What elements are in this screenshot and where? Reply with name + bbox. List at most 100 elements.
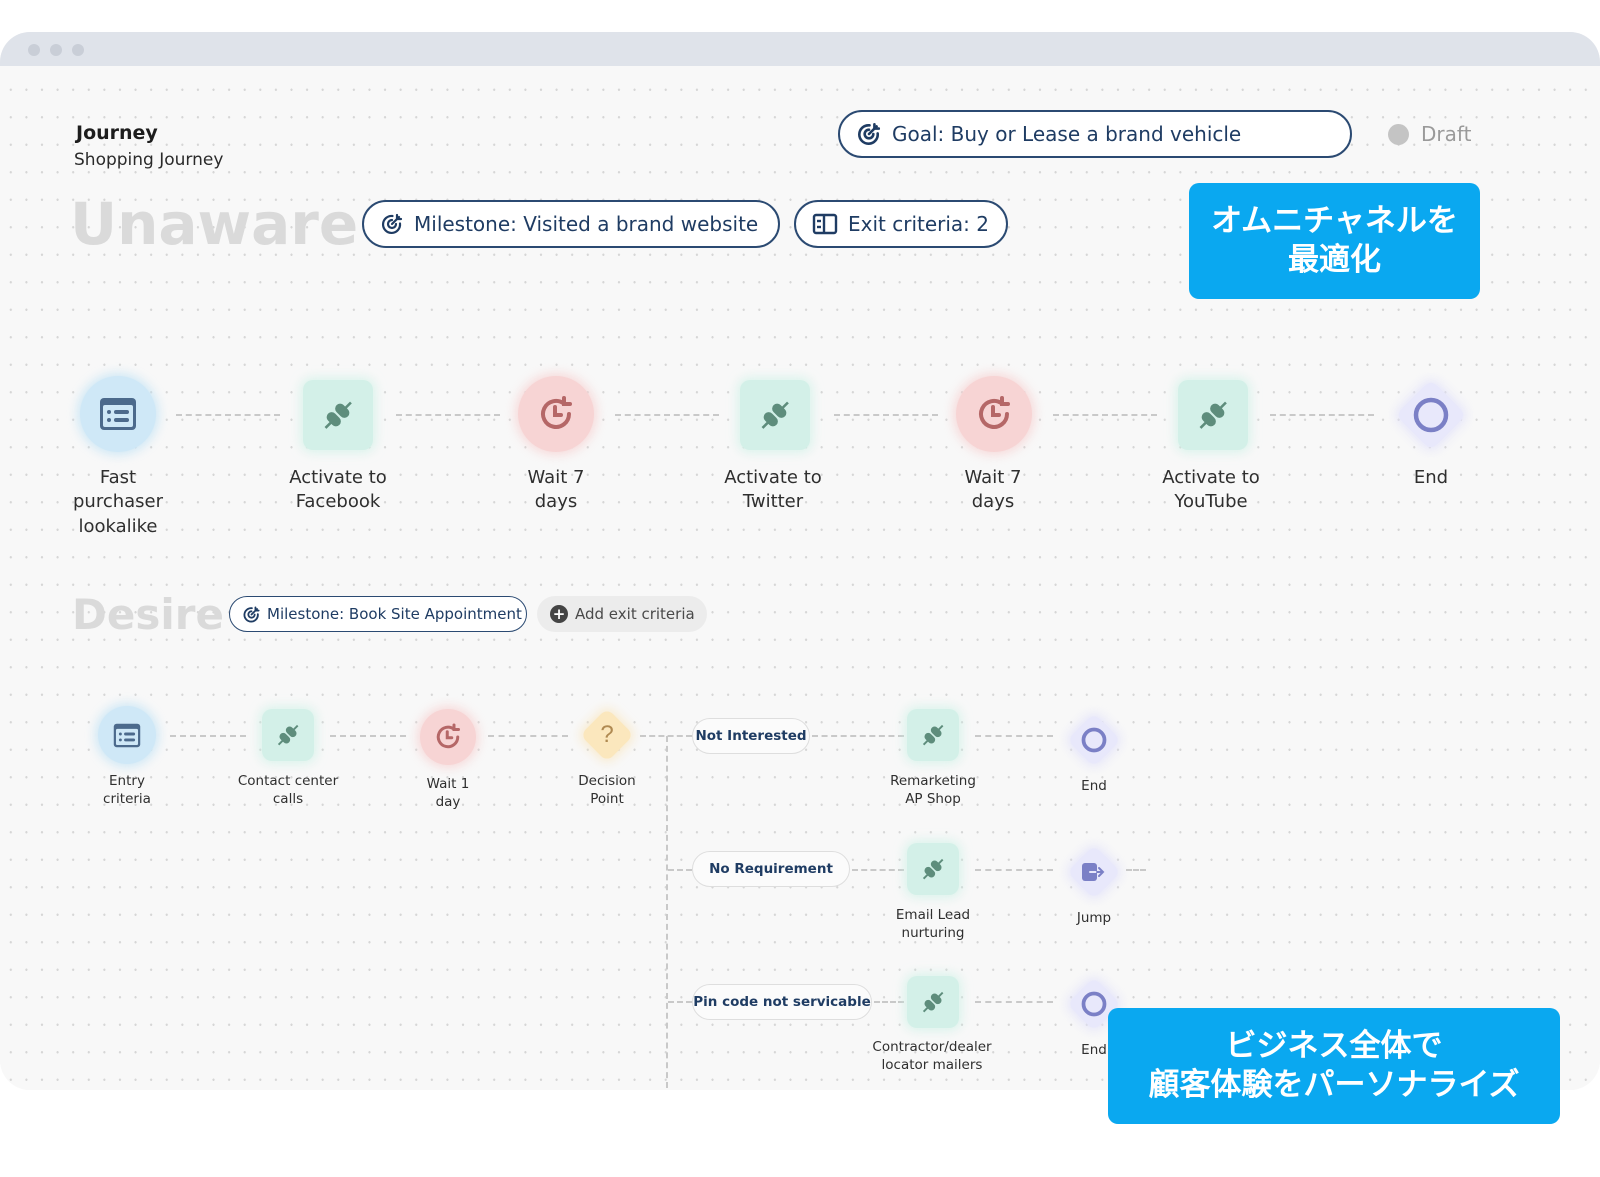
connector xyxy=(615,414,719,416)
milestone-text: Milestone: Visited a brand website xyxy=(414,212,759,236)
circle-icon xyxy=(1081,991,1107,1017)
plus-icon: + xyxy=(550,605,568,623)
status-dot-icon xyxy=(1388,123,1409,145)
plug-icon xyxy=(324,401,352,429)
connector xyxy=(176,414,280,416)
connector xyxy=(1053,414,1157,416)
connector xyxy=(812,735,904,737)
journey-label: Journey xyxy=(76,122,158,144)
connector xyxy=(975,735,1053,737)
clock-icon xyxy=(541,396,572,429)
window-titlebar xyxy=(0,32,1600,66)
node-activate-youtube[interactable] xyxy=(1178,380,1248,450)
node-end[interactable] xyxy=(1067,713,1121,767)
connector xyxy=(668,1001,692,1003)
connector xyxy=(975,869,1053,871)
circle-icon xyxy=(1081,727,1107,753)
node-label: Contractor/dealer locator mailers xyxy=(872,1039,992,1074)
connector xyxy=(330,735,406,737)
node-label: Wait 1 day xyxy=(426,776,470,811)
node-label: Email Lead nurturing xyxy=(895,907,971,942)
add-exit-criteria-label: Add exit criteria xyxy=(575,605,695,623)
connector xyxy=(396,414,500,416)
goal-text: Goal: Buy or Lease a brand vehicle xyxy=(892,122,1242,146)
journey-name: Shopping Journey xyxy=(74,150,224,170)
connector xyxy=(834,414,938,416)
node-label: Entry criteria xyxy=(103,773,151,808)
connector xyxy=(852,869,904,871)
branch-condition-pin-code[interactable]: Pin code not servicable xyxy=(692,984,872,1020)
node-email-lead-nurturing[interactable] xyxy=(907,843,959,895)
node-label: Fast purchaser lookalike xyxy=(72,467,164,537)
target-icon xyxy=(243,605,260,622)
node-contact-center-calls[interactable] xyxy=(262,709,314,761)
jump-icon xyxy=(1082,863,1105,881)
node-label: Activate to YouTube xyxy=(1162,467,1260,513)
node-label: Jump xyxy=(1076,910,1112,926)
plug-icon xyxy=(922,724,944,746)
plug-icon xyxy=(922,991,944,1013)
node-wait-7-days[interactable] xyxy=(518,376,594,452)
connector xyxy=(975,1001,1053,1003)
node-label: Contact center calls xyxy=(237,773,339,808)
status-badge: Draft xyxy=(1388,122,1471,146)
milestone-text: Milestone: Book Site Appointment xyxy=(267,605,522,623)
node-remarketing-ap-shop[interactable] xyxy=(907,709,959,761)
node-end[interactable] xyxy=(1395,379,1467,451)
branch-condition-not-interested[interactable]: Not Interested xyxy=(692,718,810,754)
node-entry-criteria[interactable] xyxy=(98,706,156,764)
milestone-pill-desire[interactable]: Milestone: Book Site Appointment xyxy=(229,596,527,632)
connector xyxy=(1126,869,1146,871)
plug-icon xyxy=(1199,401,1227,429)
add-exit-criteria-button[interactable]: + Add exit criteria xyxy=(537,596,707,632)
node-wait-7-days[interactable] xyxy=(956,376,1032,452)
node-label: Remarketing AP Shop xyxy=(890,773,976,808)
connector xyxy=(668,869,692,871)
node-audience-fast-purchaser[interactable] xyxy=(80,376,156,452)
node-label: Wait 7 days xyxy=(964,467,1022,513)
branch-condition-no-requirement[interactable]: No Requirement xyxy=(692,851,850,887)
node-decision-point[interactable]: ? xyxy=(580,708,634,762)
node-label: Wait 7 days xyxy=(527,467,585,513)
connector xyxy=(488,735,568,737)
node-activate-twitter[interactable] xyxy=(740,380,810,450)
connector xyxy=(874,1001,904,1003)
stage-title-desire: Desire xyxy=(72,590,224,639)
exit-criteria-icon xyxy=(812,213,838,235)
clock-icon xyxy=(436,723,460,749)
goal-pill[interactable]: Goal: Buy or Lease a brand vehicle xyxy=(838,110,1352,158)
window-maximize-button[interactable] xyxy=(72,44,84,56)
clock-icon xyxy=(979,396,1010,429)
exit-criteria-text: Exit criteria: 2 xyxy=(848,212,990,236)
circle-icon xyxy=(1413,397,1449,433)
node-label: End xyxy=(1081,778,1107,794)
node-label: Activate to Facebook xyxy=(289,467,387,513)
node-label: Decision Point xyxy=(578,773,636,808)
target-icon xyxy=(858,122,881,145)
node-activate-facebook[interactable] xyxy=(303,380,373,450)
question-icon: ? xyxy=(600,721,614,748)
branch-connector xyxy=(666,736,668,1088)
exit-criteria-pill[interactable]: Exit criteria: 2 xyxy=(794,200,1008,248)
node-label: Activate to Twitter xyxy=(724,467,822,513)
node-wait-1-day[interactable] xyxy=(420,709,476,765)
node-label: End xyxy=(1081,1042,1107,1058)
plug-icon xyxy=(277,724,299,746)
callout-personalize: ビジネス全体で 顧客体験をパーソナライズ xyxy=(1108,1008,1560,1124)
plug-icon xyxy=(922,858,944,880)
callout-omnichannel: オムニチャネルを 最適化 xyxy=(1189,183,1480,299)
window-close-button[interactable] xyxy=(28,44,40,56)
list-icon xyxy=(100,398,136,430)
plug-icon xyxy=(761,401,789,429)
status-text: Draft xyxy=(1421,122,1472,146)
stage-title-unaware: Unaware xyxy=(70,190,359,258)
node-contractor-dealer-mailers[interactable] xyxy=(907,976,959,1028)
target-icon xyxy=(381,213,403,235)
connector xyxy=(170,735,246,737)
node-jump[interactable] xyxy=(1067,845,1121,899)
window-minimize-button[interactable] xyxy=(50,44,62,56)
list-icon xyxy=(113,723,141,747)
connector xyxy=(1270,414,1374,416)
milestone-pill-unaware[interactable]: Milestone: Visited a brand website xyxy=(362,200,780,248)
node-label: End xyxy=(1413,467,1449,488)
